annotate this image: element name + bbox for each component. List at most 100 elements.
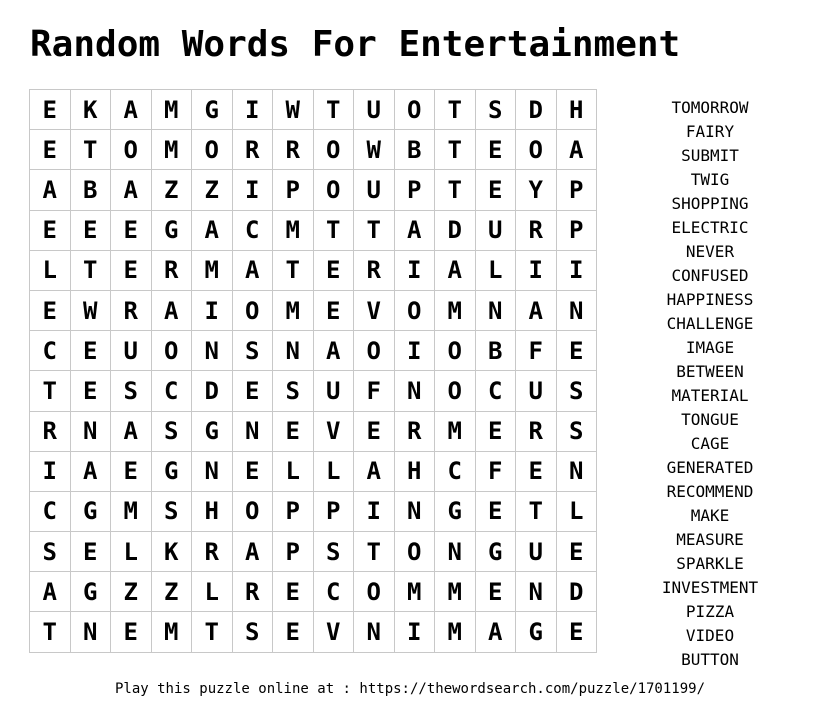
- grid-cell[interactable]: R: [231, 129, 273, 171]
- grid-cell[interactable]: I: [393, 330, 435, 372]
- grid-cell[interactable]: E: [515, 450, 557, 492]
- grid-cell[interactable]: E: [272, 410, 314, 452]
- grid-cell[interactable]: V: [353, 289, 395, 332]
- grid-cell[interactable]: E: [29, 289, 71, 332]
- grid-cell[interactable]: O: [231, 490, 273, 533]
- grid-cell[interactable]: S: [29, 531, 71, 573]
- grid-cell[interactable]: A: [555, 129, 597, 171]
- grid-cell[interactable]: P: [272, 490, 314, 533]
- grid-cell[interactable]: I: [353, 490, 395, 533]
- grid-cell[interactable]: C: [474, 370, 516, 412]
- grid-cell[interactable]: U: [353, 88, 395, 131]
- grid-cell[interactable]: C: [231, 209, 273, 251]
- grid-cell[interactable]: N: [231, 410, 273, 452]
- grid-cell[interactable]: A: [150, 289, 192, 332]
- grid-cell[interactable]: N: [353, 611, 395, 653]
- grid-cell[interactable]: R: [515, 209, 557, 251]
- grid-cell[interactable]: U: [353, 169, 395, 211]
- grid-cell[interactable]: O: [434, 370, 476, 412]
- grid-cell[interactable]: R: [353, 249, 395, 291]
- grid-cell[interactable]: N: [69, 611, 111, 653]
- grid-cell[interactable]: N: [434, 531, 476, 573]
- grid-cell[interactable]: E: [69, 370, 111, 412]
- grid-cell[interactable]: H: [555, 88, 597, 131]
- grid-cell[interactable]: A: [231, 249, 273, 291]
- grid-cell[interactable]: R: [272, 129, 314, 171]
- grid-cell[interactable]: N: [555, 450, 597, 492]
- grid-cell[interactable]: C: [150, 370, 192, 412]
- grid-cell[interactable]: K: [150, 531, 192, 573]
- grid-cell[interactable]: F: [515, 330, 557, 372]
- grid-cell[interactable]: E: [110, 450, 152, 492]
- grid-cell[interactable]: A: [434, 249, 476, 291]
- grid-cell[interactable]: G: [191, 410, 233, 452]
- grid-cell[interactable]: I: [191, 289, 233, 332]
- grid-cell[interactable]: A: [29, 169, 71, 211]
- grid-cell[interactable]: U: [312, 370, 354, 412]
- grid-cell[interactable]: I: [393, 611, 435, 653]
- grid-cell[interactable]: G: [474, 531, 516, 573]
- grid-cell[interactable]: G: [150, 209, 192, 251]
- grid-cell[interactable]: S: [312, 531, 354, 573]
- grid-cell[interactable]: A: [191, 209, 233, 251]
- grid-cell[interactable]: T: [191, 611, 233, 653]
- grid-cell[interactable]: F: [474, 450, 516, 492]
- grid-cell[interactable]: U: [515, 531, 557, 573]
- grid-cell[interactable]: T: [312, 88, 354, 131]
- grid-cell[interactable]: O: [393, 531, 435, 573]
- grid-cell[interactable]: E: [231, 450, 273, 492]
- grid-cell[interactable]: V: [312, 410, 354, 452]
- grid-cell[interactable]: D: [515, 88, 557, 131]
- grid-cell[interactable]: A: [474, 611, 516, 653]
- grid-cell[interactable]: O: [110, 129, 152, 171]
- grid-cell[interactable]: A: [353, 450, 395, 492]
- grid-cell[interactable]: R: [191, 531, 233, 573]
- grid-cell[interactable]: N: [69, 410, 111, 452]
- grid-cell[interactable]: P: [272, 531, 314, 573]
- grid-cell[interactable]: Z: [150, 169, 192, 211]
- grid-cell[interactable]: I: [29, 450, 71, 492]
- grid-cell[interactable]: L: [474, 249, 516, 291]
- grid-cell[interactable]: E: [69, 531, 111, 573]
- grid-cell[interactable]: F: [353, 370, 395, 412]
- grid-cell[interactable]: S: [272, 370, 314, 412]
- grid-cell[interactable]: R: [110, 289, 152, 332]
- grid-cell[interactable]: M: [393, 571, 435, 613]
- grid-cell[interactable]: E: [69, 209, 111, 251]
- grid-cell[interactable]: Y: [515, 169, 557, 211]
- grid-cell[interactable]: G: [191, 88, 233, 131]
- grid-cell[interactable]: L: [555, 490, 597, 533]
- grid-cell[interactable]: S: [555, 370, 597, 412]
- grid-cell[interactable]: O: [231, 289, 273, 332]
- grid-cell[interactable]: H: [393, 450, 435, 492]
- grid-cell[interactable]: W: [353, 129, 395, 171]
- grid-cell[interactable]: E: [312, 249, 354, 291]
- grid-cell[interactable]: L: [29, 249, 71, 291]
- grid-cell[interactable]: T: [69, 129, 111, 171]
- grid-cell[interactable]: N: [393, 490, 435, 533]
- grid-cell[interactable]: H: [191, 490, 233, 533]
- grid-cell[interactable]: V: [312, 611, 354, 653]
- grid-cell[interactable]: E: [474, 490, 516, 533]
- grid-cell[interactable]: R: [515, 410, 557, 452]
- grid-cell[interactable]: S: [231, 611, 273, 653]
- grid-cell[interactable]: E: [231, 370, 273, 412]
- grid-cell[interactable]: R: [231, 571, 273, 613]
- grid-cell[interactable]: I: [393, 249, 435, 291]
- grid-cell[interactable]: E: [272, 611, 314, 653]
- grid-cell[interactable]: S: [231, 330, 273, 372]
- grid-cell[interactable]: A: [110, 169, 152, 211]
- grid-cell[interactable]: P: [555, 209, 597, 251]
- grid-cell[interactable]: L: [110, 531, 152, 573]
- grid-cell[interactable]: Z: [150, 571, 192, 613]
- grid-cell[interactable]: E: [29, 88, 71, 131]
- grid-cell[interactable]: D: [434, 209, 476, 251]
- grid-cell[interactable]: A: [110, 88, 152, 131]
- grid-cell[interactable]: D: [191, 370, 233, 412]
- grid-cell[interactable]: B: [69, 169, 111, 211]
- grid-cell[interactable]: I: [515, 249, 557, 291]
- grid-cell[interactable]: M: [272, 289, 314, 332]
- grid-cell[interactable]: K: [69, 88, 111, 131]
- grid-cell[interactable]: N: [272, 330, 314, 372]
- grid-cell[interactable]: O: [312, 129, 354, 171]
